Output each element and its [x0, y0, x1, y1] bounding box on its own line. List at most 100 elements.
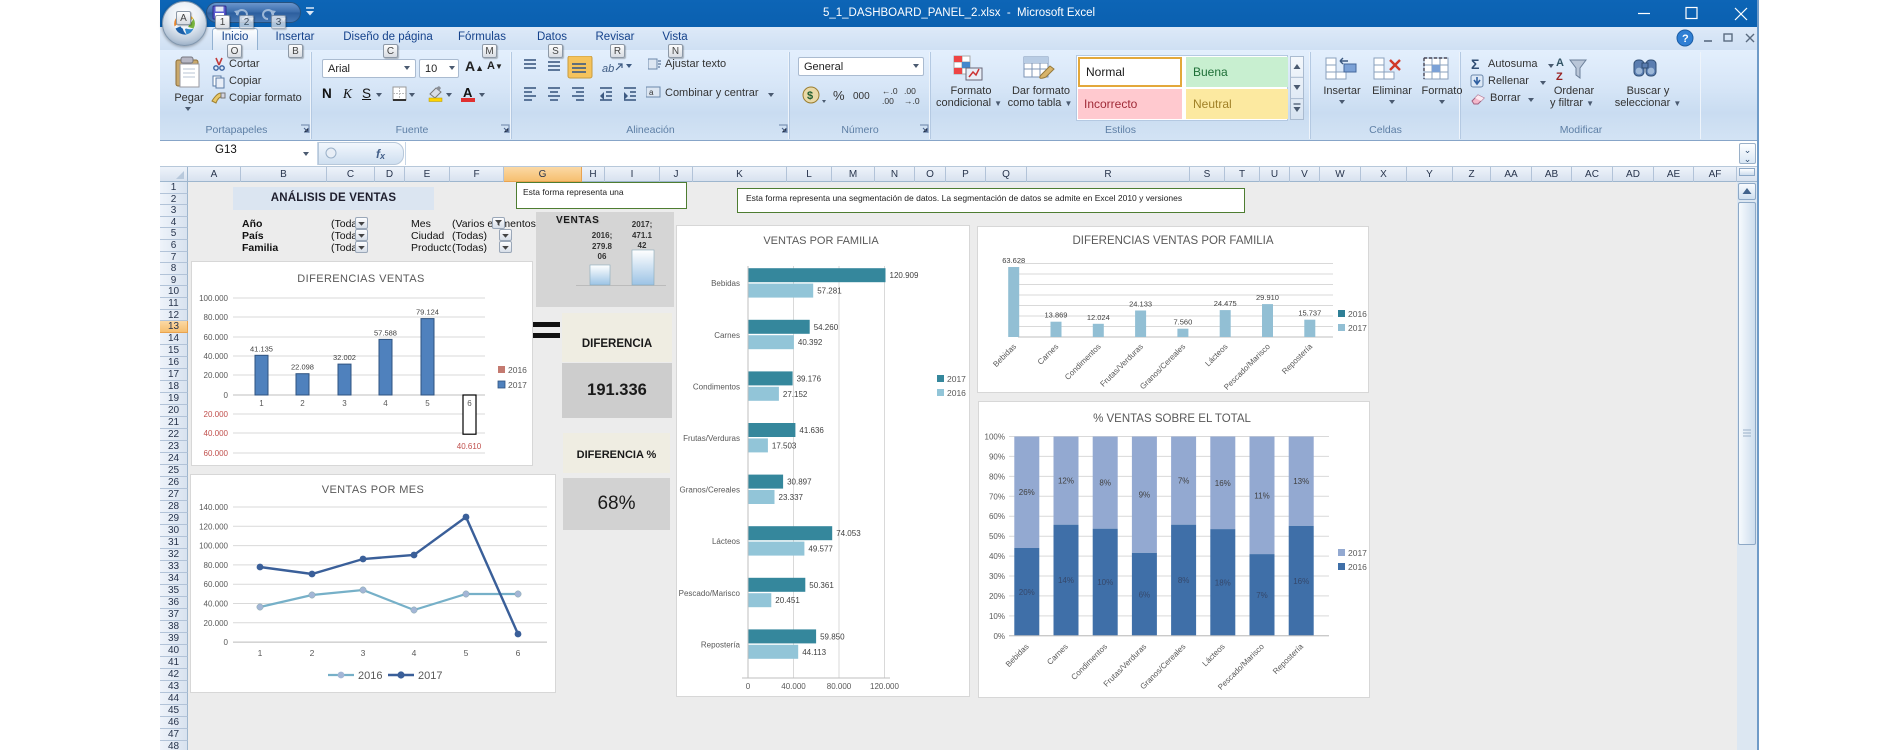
- svg-text:60.000: 60.000: [204, 333, 229, 342]
- svg-text:.00: .00: [904, 86, 916, 96]
- svg-text:9%: 9%: [1139, 491, 1151, 500]
- svg-text:49.577: 49.577: [808, 545, 833, 554]
- svg-text:59.850: 59.850: [820, 632, 845, 641]
- svg-text:120.909: 120.909: [890, 271, 919, 280]
- svg-text:7%: 7%: [1178, 477, 1190, 486]
- svg-text:% VENTAS SOBRE EL TOTAL: % VENTAS SOBRE EL TOTAL: [1093, 413, 1251, 425]
- svg-text:12%: 12%: [1058, 477, 1074, 486]
- svg-text:3: 3: [361, 648, 366, 658]
- svg-text:4: 4: [383, 399, 388, 408]
- svg-text:16%: 16%: [1293, 577, 1309, 586]
- svg-text:29.910: 29.910: [1256, 293, 1279, 302]
- svg-text:2017: 2017: [1348, 323, 1367, 333]
- svg-text:57.281: 57.281: [817, 287, 842, 296]
- svg-text:Repostería: Repostería: [1280, 342, 1314, 376]
- svg-text:41.636: 41.636: [799, 426, 824, 435]
- svg-text:18%: 18%: [1215, 578, 1231, 587]
- svg-text:0: 0: [224, 638, 229, 647]
- svg-text:40.000: 40.000: [204, 352, 229, 361]
- svg-text:a: a: [649, 88, 654, 97]
- svg-text:000: 000: [853, 91, 870, 102]
- svg-text:50.361: 50.361: [809, 581, 834, 590]
- svg-text:39.176: 39.176: [797, 374, 822, 383]
- svg-text:Carnes: Carnes: [1045, 642, 1070, 667]
- svg-text:20.000: 20.000: [204, 619, 229, 628]
- svg-text:44.113: 44.113: [802, 648, 826, 657]
- svg-text:20%: 20%: [1019, 588, 1035, 597]
- svg-text:15.737: 15.737: [1298, 309, 1321, 318]
- svg-text:7.560: 7.560: [1174, 318, 1193, 327]
- svg-text:6: 6: [467, 399, 472, 408]
- svg-text:3: 3: [342, 399, 347, 408]
- svg-text:90%: 90%: [989, 452, 1005, 461]
- svg-text:←.0: ←.0: [882, 86, 898, 96]
- svg-text:→.0: →.0: [904, 96, 920, 106]
- svg-text:VENTAS POR MES: VENTAS POR MES: [322, 484, 425, 496]
- svg-text:Carnes: Carnes: [1036, 342, 1061, 367]
- svg-text:Granos/Cereales: Granos/Cereales: [680, 486, 740, 495]
- svg-text:Condimentos: Condimentos: [1069, 642, 1109, 682]
- svg-text:40%: 40%: [989, 552, 1005, 561]
- svg-text:Condimentos: Condimentos: [1063, 342, 1103, 382]
- svg-text:80.000: 80.000: [204, 313, 229, 322]
- svg-text:120.000: 120.000: [199, 522, 228, 531]
- svg-text:8%: 8%: [1178, 576, 1190, 585]
- svg-text:20%: 20%: [989, 592, 1005, 601]
- svg-text:20.000: 20.000: [204, 410, 229, 419]
- svg-text:1: 1: [259, 399, 264, 408]
- svg-text:80.000: 80.000: [827, 682, 852, 691]
- svg-text:40.000: 40.000: [204, 600, 229, 609]
- svg-text:0: 0: [224, 391, 229, 400]
- svg-text:Carnes: Carnes: [714, 331, 740, 340]
- svg-text:6: 6: [516, 648, 521, 658]
- svg-text:?: ?: [1682, 33, 1689, 45]
- svg-text:ab: ab: [602, 63, 614, 75]
- svg-text:2: 2: [300, 399, 305, 408]
- svg-text:13%: 13%: [1293, 477, 1309, 486]
- svg-text:A: A: [1556, 57, 1564, 69]
- svg-text:11%: 11%: [1254, 491, 1269, 500]
- svg-text:22.098: 22.098: [291, 363, 314, 372]
- svg-text:60%: 60%: [989, 512, 1005, 521]
- svg-text:16%: 16%: [1215, 479, 1231, 488]
- svg-text:2: 2: [310, 648, 315, 658]
- svg-text:23.337: 23.337: [779, 493, 804, 502]
- svg-text:Repostería: Repostería: [701, 640, 741, 649]
- svg-text:Pescado/Marisco: Pescado/Marisco: [1222, 342, 1272, 392]
- svg-text:63.628: 63.628: [1002, 256, 1025, 265]
- svg-text:4: 4: [412, 648, 417, 658]
- svg-text:40.000: 40.000: [781, 682, 806, 691]
- svg-text:140.000: 140.000: [199, 503, 228, 512]
- svg-text:20.451: 20.451: [775, 596, 800, 605]
- svg-text:%: %: [833, 88, 845, 103]
- svg-text:10%: 10%: [1097, 578, 1113, 587]
- svg-text:14%: 14%: [1058, 576, 1074, 585]
- svg-text:50%: 50%: [989, 532, 1005, 541]
- svg-text:54.260: 54.260: [814, 323, 839, 332]
- svg-text:DIFERENCIAS VENTAS: DIFERENCIAS VENTAS: [297, 273, 424, 285]
- svg-text:0%: 0%: [993, 632, 1005, 641]
- svg-text:Lácteos: Lácteos: [1203, 342, 1229, 368]
- svg-text:5: 5: [425, 399, 430, 408]
- svg-text:Lácteos: Lácteos: [712, 537, 740, 546]
- svg-text:6%: 6%: [1139, 590, 1151, 599]
- svg-text:57.588: 57.588: [374, 328, 397, 337]
- svg-text:40.610: 40.610: [457, 442, 482, 451]
- svg-text:80.000: 80.000: [204, 561, 229, 570]
- svg-text:32.002: 32.002: [333, 353, 356, 362]
- svg-text:100.000: 100.000: [199, 542, 228, 551]
- svg-text:13.869: 13.869: [1045, 311, 1068, 320]
- svg-text:8%: 8%: [1099, 479, 1111, 488]
- svg-text:27.152: 27.152: [783, 390, 808, 399]
- svg-text:Bebidas: Bebidas: [711, 279, 740, 288]
- svg-text:Lácteos: Lácteos: [1201, 642, 1227, 668]
- svg-text:$: $: [807, 90, 813, 102]
- svg-text:2017: 2017: [947, 374, 966, 384]
- svg-text:7%: 7%: [1256, 591, 1268, 600]
- svg-text:24.475: 24.475: [1214, 299, 1237, 308]
- svg-text:2017: 2017: [508, 380, 527, 390]
- svg-text:Z: Z: [1556, 71, 1563, 83]
- svg-text:Pescado/Marisco: Pescado/Marisco: [679, 589, 741, 598]
- svg-text:Frutas/Verduras: Frutas/Verduras: [683, 434, 740, 443]
- svg-text:100.000: 100.000: [199, 294, 228, 303]
